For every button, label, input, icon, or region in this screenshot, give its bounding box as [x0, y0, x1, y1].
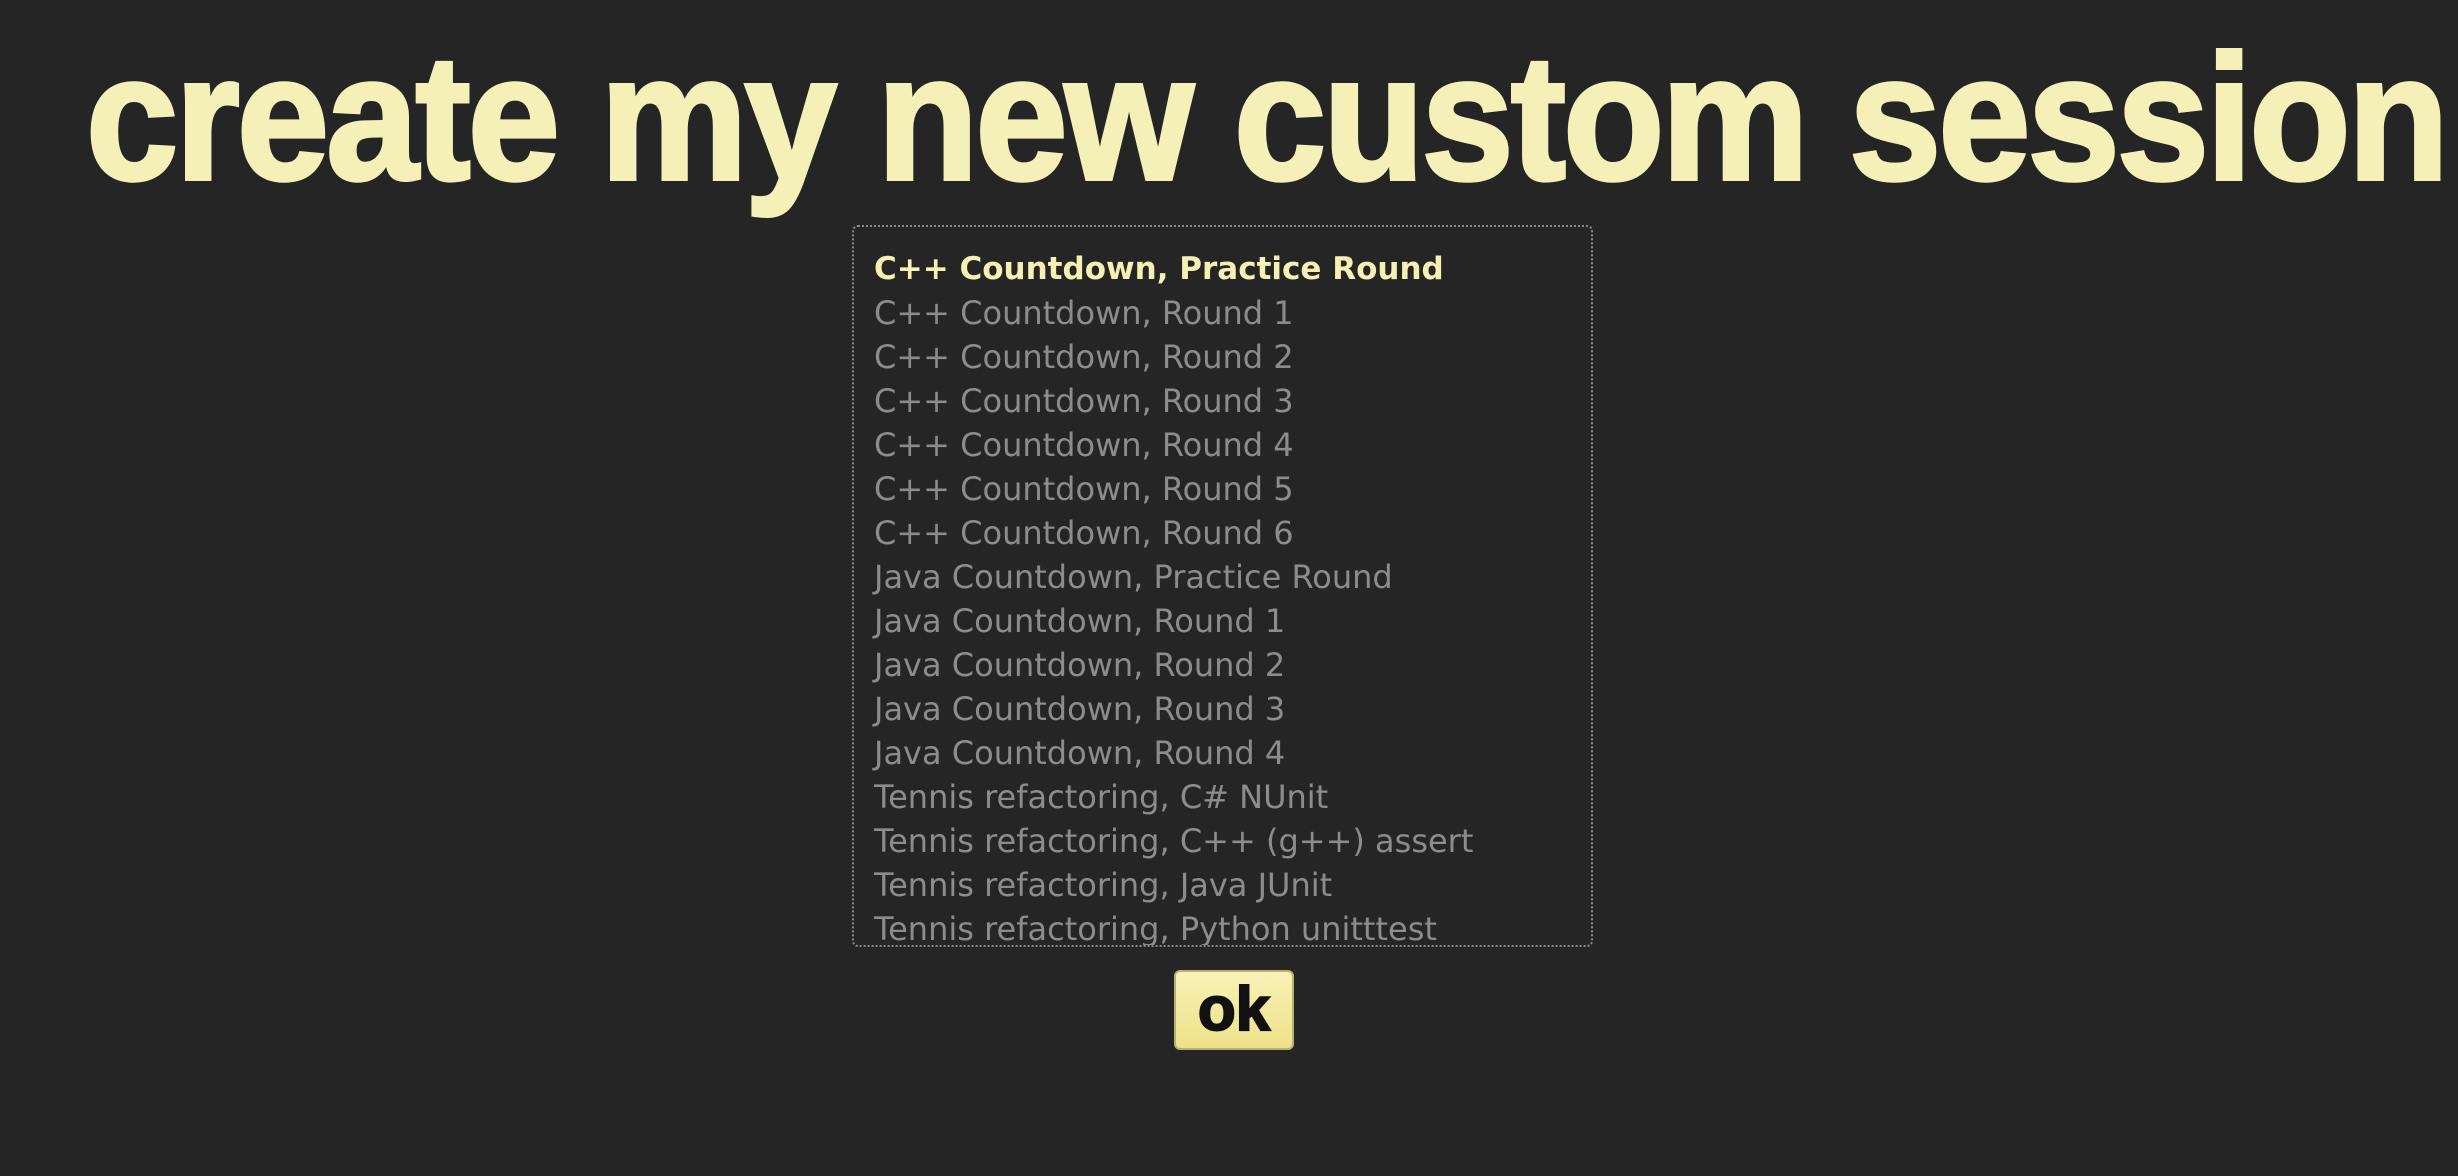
exercise-option[interactable]: Tennis refactoring, Java JUnit: [874, 863, 1591, 907]
exercise-option[interactable]: Java Countdown, Round 4: [874, 731, 1591, 775]
exercise-option[interactable]: Java Countdown, Practice Round: [874, 555, 1591, 599]
exercise-option[interactable]: C++ Countdown, Round 2: [874, 335, 1591, 379]
exercise-select-list[interactable]: C++ Countdown, Practice Round C++ Countdo…: [852, 225, 1593, 947]
exercise-option-selected[interactable]: C++ Countdown, Practice Round: [874, 247, 1591, 291]
page-title: create my new custom session: [84, 18, 2451, 217]
exercise-option[interactable]: Java Countdown, Round 1: [874, 599, 1591, 643]
create-session-page: create my new custom session C++ Countdo…: [0, 0, 2458, 1176]
exercise-option[interactable]: Tennis refactoring, Python unitttest: [874, 907, 1591, 945]
exercise-option[interactable]: C++ Countdown, Round 4: [874, 423, 1591, 467]
ok-button[interactable]: ok: [1174, 970, 1294, 1050]
exercise-option[interactable]: C++ Countdown, Round 3: [874, 379, 1591, 423]
exercise-option[interactable]: C++ Countdown, Round 5: [874, 467, 1591, 511]
exercise-option[interactable]: Tennis refactoring, C# NUnit: [874, 775, 1591, 819]
exercise-option[interactable]: Java Countdown, Round 2: [874, 643, 1591, 687]
exercise-option[interactable]: Tennis refactoring, C++ (g++) assert: [874, 819, 1591, 863]
exercise-option[interactable]: C++ Countdown, Round 6: [874, 511, 1591, 555]
exercise-option[interactable]: C++ Countdown, Round 1: [874, 291, 1591, 335]
exercise-option[interactable]: Java Countdown, Round 3: [874, 687, 1591, 731]
